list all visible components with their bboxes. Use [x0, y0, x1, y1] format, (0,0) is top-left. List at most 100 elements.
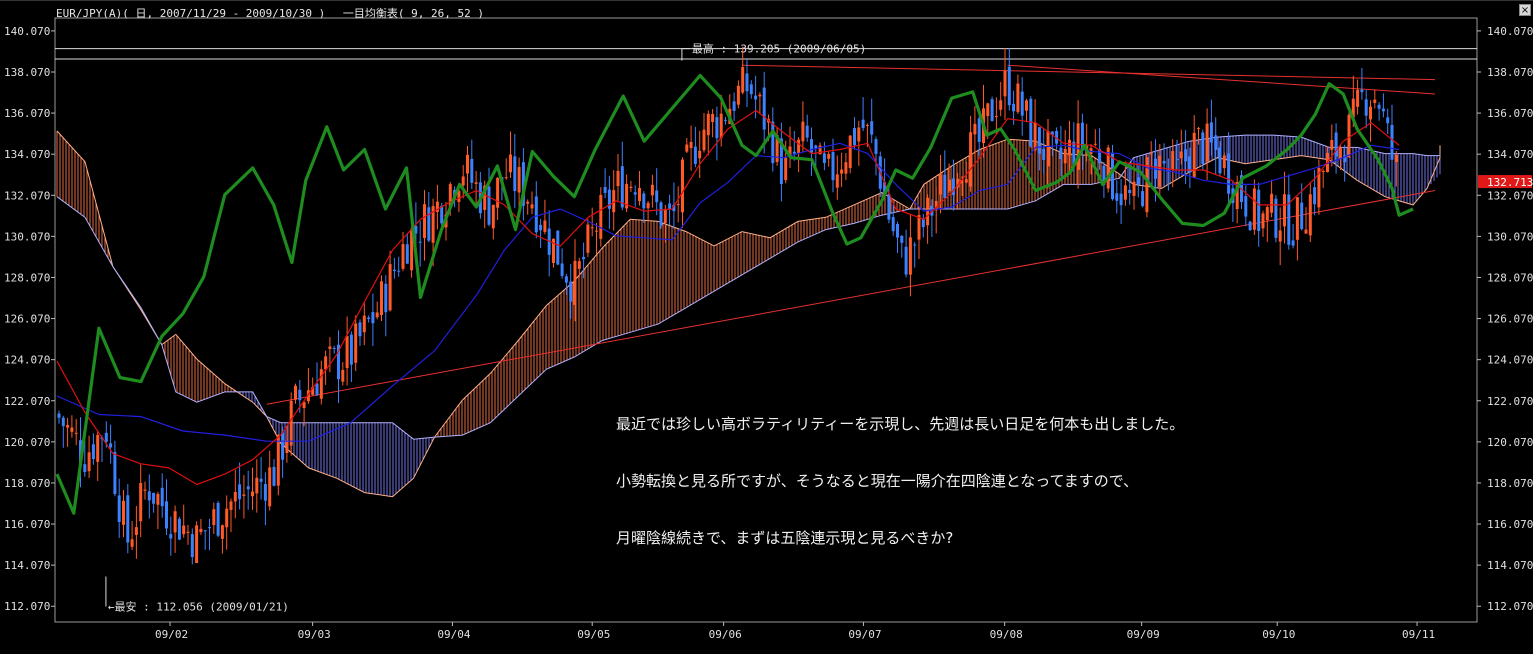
candle-up — [233, 492, 237, 502]
candle-down — [810, 139, 813, 153]
candle-up — [590, 227, 594, 229]
candle-down — [470, 158, 474, 183]
candle-down — [126, 495, 130, 543]
candle-up — [973, 123, 977, 135]
candle-up — [345, 335, 349, 369]
y-tick-label-right: 124.070 — [1487, 354, 1533, 367]
candle-down — [487, 186, 491, 225]
candle-up — [844, 162, 848, 174]
candle-up — [719, 113, 723, 138]
candle-up — [526, 201, 530, 204]
candle-down — [870, 121, 874, 135]
candle-up — [702, 129, 706, 151]
candle-down — [1162, 160, 1166, 164]
candle-up — [1321, 170, 1325, 172]
candle-down — [745, 73, 749, 92]
y-tick-label: 120.070 — [4, 436, 50, 449]
candle-up — [143, 489, 147, 491]
candle-up — [1356, 89, 1360, 107]
candle-up — [251, 491, 254, 497]
y-tick-label-right: 138.070 — [1487, 66, 1533, 79]
candle-down — [977, 118, 981, 142]
candle-up — [599, 194, 603, 239]
candle-down — [1300, 202, 1304, 230]
candle-up — [616, 170, 620, 187]
candle-down — [534, 196, 538, 233]
candle-up — [706, 113, 710, 136]
x-tick-label: 09/08 — [990, 628, 1023, 641]
y-tick-label-right: 140.070 — [1487, 25, 1533, 38]
candle-up — [530, 204, 534, 209]
candle-down — [440, 205, 444, 224]
candle-down — [513, 156, 517, 192]
candle-down — [564, 276, 568, 283]
candle-down — [315, 383, 319, 396]
candle-up — [255, 477, 259, 494]
candle-down — [117, 495, 121, 522]
candle-up — [698, 150, 702, 159]
candle-down — [913, 244, 917, 246]
candle-down — [109, 443, 113, 448]
candle-down — [990, 99, 994, 122]
candle-down — [642, 193, 646, 209]
y-tick-label-right: 130.070 — [1487, 230, 1533, 243]
y-tick-label-right: 116.070 — [1487, 518, 1533, 531]
close-button[interactable]: × — [1519, 4, 1531, 16]
chart-window: 140.070 138.070 136.070 134.070 132.070 130.0… — [0, 0, 1533, 650]
y-tick-label: 134.070 — [4, 148, 50, 161]
candle-down — [1136, 177, 1140, 185]
candle-down — [91, 444, 95, 460]
candle-up — [917, 215, 921, 240]
candle-up — [573, 260, 577, 305]
candle-down — [190, 534, 194, 558]
candle-up — [354, 323, 358, 363]
candle-up — [926, 197, 930, 226]
candle-down — [371, 312, 375, 324]
y-tick-label: 112.070 — [4, 600, 50, 613]
candle-up — [663, 209, 667, 224]
candle-up — [289, 400, 293, 446]
candle-up — [1063, 148, 1067, 164]
candle-down — [1012, 103, 1016, 112]
candle-up — [646, 202, 650, 209]
candle-down — [61, 417, 65, 427]
candle-up — [736, 85, 740, 105]
candle-down — [57, 413, 61, 418]
candle-up — [220, 525, 224, 539]
y-tick-label-right: 136.070 — [1487, 107, 1533, 120]
candle-down — [943, 174, 947, 199]
candle-down — [659, 202, 663, 226]
candle-down — [1141, 191, 1145, 207]
candle-down — [216, 502, 220, 536]
candle-up — [577, 261, 581, 269]
candle-up — [1171, 150, 1175, 170]
candle-down — [539, 224, 543, 231]
candle-up — [1197, 127, 1200, 129]
candle-up — [758, 94, 762, 97]
candle-up — [947, 179, 951, 192]
candle-up — [474, 182, 478, 184]
candle-down — [1214, 135, 1218, 150]
x-tick-label: 09/06 — [709, 628, 742, 641]
candle-up — [1003, 70, 1007, 97]
candle-down — [147, 491, 151, 501]
y-tick-label: 118.070 — [4, 477, 50, 490]
candle-down — [582, 256, 586, 260]
candle-down — [724, 119, 727, 121]
candle-up — [685, 144, 689, 152]
candle-up — [328, 346, 332, 349]
candle-down — [281, 432, 285, 460]
candle-down — [1020, 91, 1024, 116]
candle-up — [964, 179, 968, 183]
x-tick-label: 09/07 — [848, 628, 881, 641]
candle-down — [152, 492, 156, 504]
candle-up — [1123, 185, 1127, 200]
candle-up — [939, 174, 942, 195]
annotation-text: 最近では珍しい高ボラティリティーを示現し、先週は長い日足を何本も出しました。 小… — [616, 377, 1184, 586]
candle-up — [840, 169, 844, 174]
candle-up — [242, 494, 246, 496]
candle-up — [74, 432, 78, 434]
candle-up — [586, 224, 590, 253]
candle-down — [177, 518, 181, 540]
x-tick-label: 09/11 — [1402, 628, 1435, 641]
